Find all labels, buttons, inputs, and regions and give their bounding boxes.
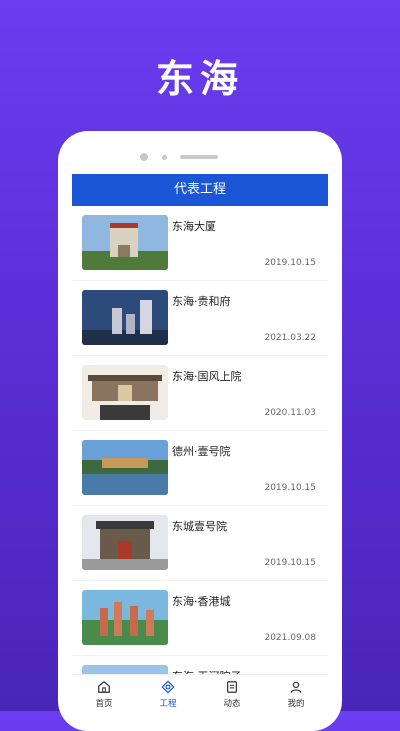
project-date: 2021.09.08 [264, 633, 316, 643]
project-date: 2020.11.03 [264, 408, 316, 418]
project-title: 东城壹号院 [172, 520, 227, 533]
project-item[interactable]: 东海大厦 2019.10.15 [72, 206, 328, 281]
project-thumbnail [82, 590, 168, 645]
project-title: 东海·贵和府 [172, 295, 231, 308]
news-icon [227, 681, 237, 693]
project-thumbnail [82, 440, 168, 495]
user-icon [290, 681, 302, 693]
project-thumbnail [82, 290, 168, 345]
project-title: 东海·香港城 [172, 595, 231, 608]
project-thumbnail [82, 515, 168, 570]
speaker-grille [180, 155, 218, 159]
project-title: 东海·国风上院 [172, 370, 242, 383]
bottom-tab-bar: 首页 工程 动态 我的 [72, 674, 328, 713]
project-item[interactable]: 东海·贵和府 2021.03.22 [72, 281, 328, 356]
project-list[interactable]: 东海大厦 2019.10.15 东海·贵和府 2021.03.22 东海·国风上… [72, 206, 328, 676]
tab-project-label: 工程 [159, 699, 177, 709]
tab-mine[interactable]: 我的 [264, 675, 328, 713]
tab-news[interactable]: 动态 [200, 675, 264, 713]
project-item[interactable]: 东海·玉河院子 [72, 656, 328, 676]
tab-home-label: 首页 [95, 699, 113, 709]
sensor-dot [162, 155, 167, 160]
project-date: 2019.10.15 [264, 483, 316, 493]
tab-home[interactable]: 首页 [72, 675, 136, 713]
project-title: 东海大厦 [172, 220, 216, 233]
hero-title: 东海 [155, 57, 244, 101]
project-item[interactable]: 东海·国风上院 2020.11.03 [72, 356, 328, 431]
project-date: 2021.03.22 [264, 333, 316, 343]
page-title: 代表工程 [173, 182, 226, 197]
phone-mockup: 代表工程 东海大厦 2019.10.15 东海·贵和府 2021.03.22 东… [58, 131, 342, 731]
tab-mine-label: 我的 [287, 699, 305, 709]
project-item[interactable]: 东城壹号院 2019.10.15 [72, 506, 328, 581]
home-icon [98, 680, 110, 693]
project-thumbnail [82, 215, 168, 270]
tab-project[interactable]: 工程 [136, 675, 200, 713]
project-date: 2019.10.15 [264, 258, 316, 268]
page-header: 代表工程 [72, 174, 328, 206]
project-date: 2019.10.15 [264, 558, 316, 568]
tab-news-label: 动态 [223, 699, 241, 709]
project-icon [161, 680, 175, 694]
project-thumbnail [82, 365, 168, 420]
camera-dot [140, 153, 148, 161]
project-title: 德州·壹号院 [172, 445, 231, 458]
project-item[interactable]: 德州·壹号院 2019.10.15 [72, 431, 328, 506]
phone-top-bezel [58, 131, 342, 175]
project-item[interactable]: 东海·香港城 2021.09.08 [72, 581, 328, 656]
